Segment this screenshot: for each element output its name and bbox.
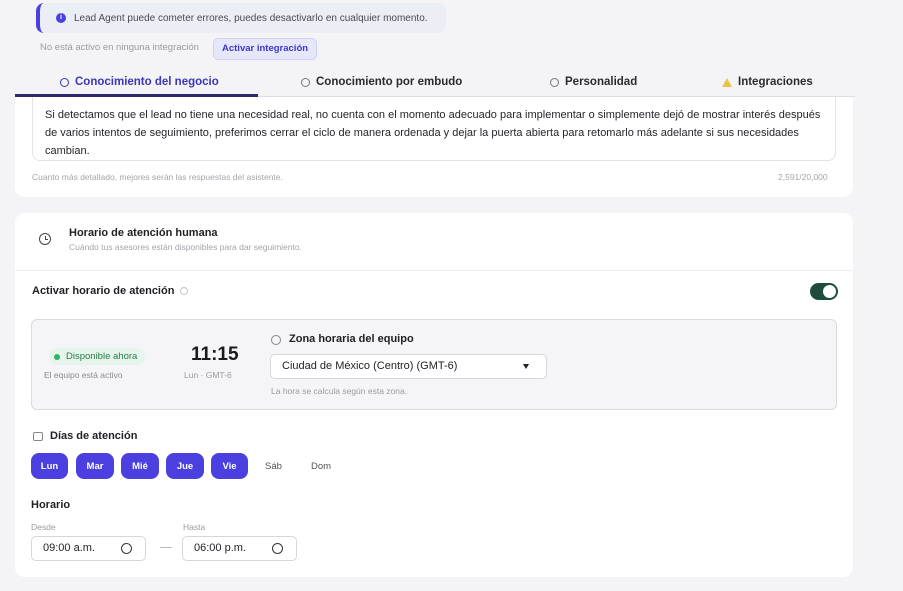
check-circle-icon — [60, 77, 69, 87]
day-toggle-sab[interactable]: Sáb — [255, 453, 292, 479]
clock-icon — [272, 543, 283, 554]
status-badge-label: Disponible ahora — [66, 351, 138, 362]
check-circle-icon — [550, 77, 559, 87]
hours-title: Horario — [31, 499, 71, 511]
clock-icon — [121, 543, 132, 554]
status-badge: Disponible ahora — [49, 348, 146, 365]
to-label: Hasta — [183, 522, 206, 532]
day-toggle-jue[interactable]: Jue — [166, 453, 204, 479]
day-toggle-vie[interactable]: Vie — [211, 453, 248, 479]
day-toggle-lun[interactable]: Lun — [31, 453, 68, 479]
info-icon: i — [56, 13, 66, 23]
tab-personality[interactable]: Personalidad — [550, 68, 637, 96]
day-toggle-mar[interactable]: Mar — [76, 453, 114, 479]
from-time-input[interactable]: 09:00 a.m. — [31, 536, 146, 561]
alert-text: Lead Agent puede cometer errores, puedes… — [74, 12, 428, 24]
activate-integration-button[interactable]: Activar integración — [213, 38, 318, 60]
schedule-title: Horario de atención humana — [69, 227, 218, 239]
calendar-icon — [33, 432, 43, 441]
schedule-toggle[interactable] — [810, 283, 838, 300]
tab-label: Conocimiento por embudo — [316, 76, 463, 88]
tab-funnel-knowledge[interactable]: Conocimiento por embudo — [301, 68, 462, 96]
to-time-value: 06:00 p.m. — [194, 542, 246, 554]
to-time-input[interactable]: 06:00 p.m. — [182, 536, 297, 561]
days-title: Días de atención — [50, 430, 138, 442]
tab-integrations[interactable]: Integraciones — [722, 68, 813, 96]
divider — [15, 270, 853, 271]
team-status: El equipo está activo — [44, 370, 123, 380]
integration-status: No está activo en ninguna integración — [40, 42, 199, 53]
timezone-title: Zona horaria del equipo — [289, 333, 414, 345]
timezone-value: Ciudad de México (Centro) (GMT-6) — [282, 360, 458, 372]
tab-label: Conocimiento del negocio — [75, 76, 219, 88]
schedule-subtitle: Cuándo tus asesores están disponibles pa… — [69, 242, 302, 252]
warning-icon — [722, 77, 732, 87]
timezone-select[interactable]: Ciudad de México (Centro) (GMT-6) — [270, 354, 547, 379]
current-time: 11:15 — [191, 344, 239, 365]
character-count: 2,591/20,000 — [778, 172, 828, 182]
clock-icon — [39, 233, 51, 245]
warning-alert: i Lead Agent puede cometer errores, pued… — [36, 3, 446, 33]
day-toggle-mie[interactable]: Mié — [121, 453, 159, 479]
from-time-value: 09:00 a.m. — [43, 542, 95, 554]
chevron-down-icon — [523, 364, 529, 369]
timezone-note: La hora se calcula según esta zona. — [271, 386, 408, 396]
range-separator — [160, 547, 172, 548]
knowledge-textarea[interactable]: Si detectamos que el lead no tiene una n… — [32, 97, 836, 161]
schedule-toggle-label: Activar horario de atención — [32, 285, 175, 297]
tab-business-knowledge[interactable]: Conocimiento del negocio — [60, 68, 219, 96]
toggle-knob — [823, 285, 836, 298]
tab-label: Personalidad — [565, 76, 638, 88]
from-label: Desde — [31, 522, 56, 532]
info-icon[interactable] — [180, 287, 188, 295]
knowledge-hint: Cuanto más detallado, mejores serán las … — [32, 172, 283, 182]
status-dot — [54, 353, 60, 360]
check-circle-icon — [301, 77, 310, 87]
day-toggle-dom[interactable]: Dom — [300, 453, 342, 479]
tab-label: Integraciones — [738, 76, 813, 88]
tab-bar: Conocimiento del negocio Conocimiento po… — [15, 68, 855, 97]
current-day-timezone: Lun · GMT-6 — [184, 370, 232, 380]
globe-icon — [271, 335, 281, 345]
